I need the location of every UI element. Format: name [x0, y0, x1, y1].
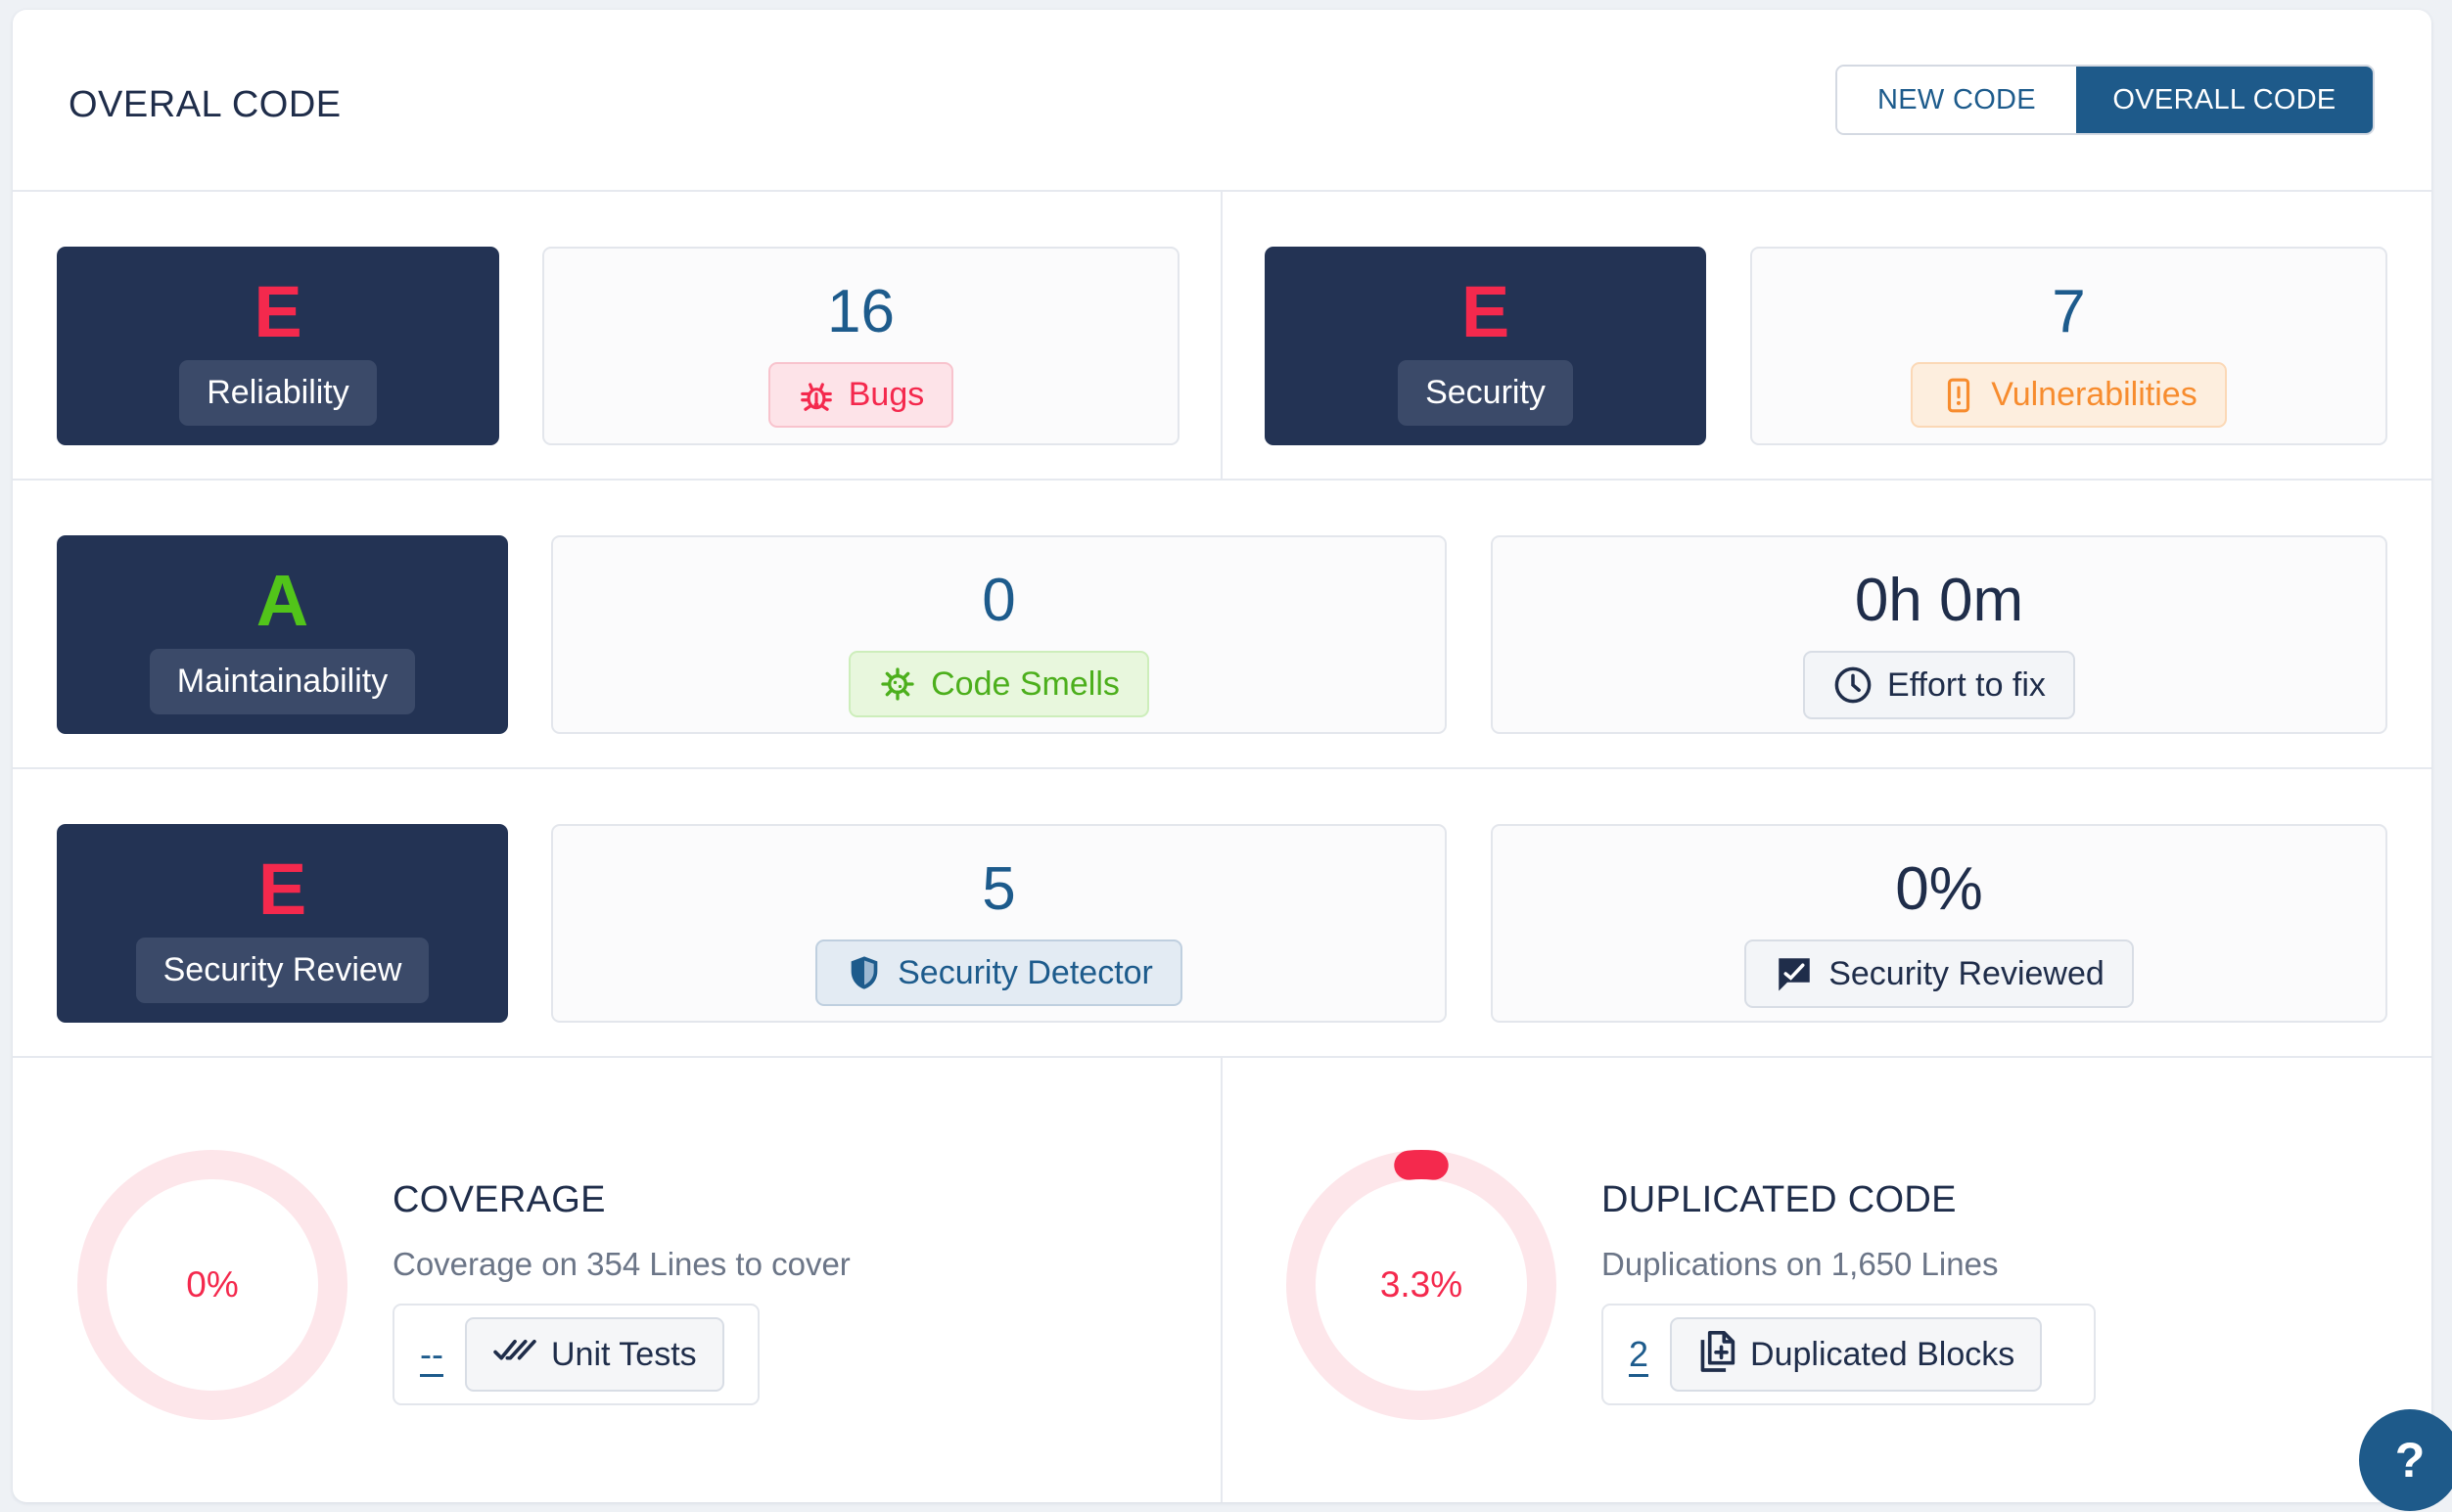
security-reviewed-value: 0%: [1895, 855, 1983, 923]
bugs-tag-label: Bugs: [848, 376, 925, 413]
security-reviewed-tag: Security Reviewed: [1744, 939, 2134, 1008]
row-maintainability: A Maintainability 0 Code Smells 0h 0m Ef…: [13, 481, 2431, 769]
unit-tests-box: -- Unit Tests: [393, 1304, 760, 1405]
row-reliability-security: E Reliability 16 Bugs E Security 7 Vulne…: [13, 192, 2431, 481]
overall-code-button[interactable]: OVERALL CODE: [2076, 67, 2373, 133]
pen-check-icon: [1774, 953, 1815, 994]
security-detector-tag: Security Detector: [815, 939, 1182, 1006]
security-review-rating[interactable]: E Security Review: [57, 824, 508, 1023]
code-smells-tag: Code Smells: [849, 651, 1149, 717]
page-title: OVERAL CODE: [69, 84, 342, 125]
security-reviewed-metric[interactable]: 0% Security Reviewed: [1491, 824, 2387, 1023]
vulnerabilities-metric[interactable]: 7 Vulnerabilities: [1750, 247, 2387, 445]
coverage-subtitle: Coverage on 354 Lines to cover: [393, 1246, 851, 1282]
double-check-icon: [492, 1334, 537, 1376]
unit-tests-label: Unit Tests: [550, 1335, 697, 1373]
bugs-metric[interactable]: 16 Bugs: [542, 247, 1180, 445]
reliability-rating[interactable]: E Reliability: [57, 247, 499, 445]
duplicated-blocks-link[interactable]: 2: [1629, 1334, 1648, 1375]
code-smells-count: 0: [982, 567, 1016, 634]
security-review-grade: E: [257, 848, 307, 930]
maintainability-rating[interactable]: A Maintainability: [57, 535, 508, 734]
row-security-review: E Security Review 5 Security Detector 0%…: [13, 769, 2431, 1058]
security-detector-tag-label: Security Detector: [898, 953, 1153, 991]
security-label: Security: [1398, 360, 1573, 426]
duplication-percent: 3.3%: [1379, 1264, 1463, 1305]
virus-icon: [878, 664, 917, 704]
vulnerabilities-tag: Vulnerabilities: [1911, 362, 2227, 428]
code-smells-metric[interactable]: 0 Code Smells: [551, 535, 1447, 734]
copy-doc-icon: [1697, 1329, 1736, 1381]
duplicated-blocks-box: 2 Duplicated Blocks: [1601, 1304, 2096, 1405]
header: OVERAL CODE NEW CODE OVERALL CODE: [13, 10, 2431, 192]
bugs-tag: Bugs: [767, 362, 954, 428]
phone-alert-icon: [1940, 377, 1977, 414]
duplication-subtitle: Duplications on 1,650 Lines: [1601, 1246, 1999, 1282]
code-scope-toggle: NEW CODE OVERALL CODE: [1835, 65, 2375, 135]
unit-tests-link[interactable]: --: [420, 1334, 443, 1375]
effort-tag: Effort to fix: [1803, 651, 2075, 719]
security-review-label: Security Review: [135, 938, 430, 1003]
help-button[interactable]: ?: [2359, 1409, 2452, 1511]
coverage-percent: 0%: [186, 1264, 239, 1305]
security-reviewed-tag-label: Security Reviewed: [1828, 954, 2105, 992]
maintainability-grade: A: [255, 560, 309, 641]
vulnerabilities-tag-label: Vulnerabilities: [1991, 376, 2198, 413]
security-rating[interactable]: E Security: [1265, 247, 1706, 445]
effort-metric[interactable]: 0h 0m Effort to fix: [1491, 535, 2387, 734]
duplication-title: DUPLICATED CODE: [1601, 1179, 1957, 1220]
security-detector-metric[interactable]: 5 Security Detector: [551, 824, 1447, 1023]
security-grade: E: [1460, 271, 1510, 352]
effort-tag-label: Effort to fix: [1887, 665, 2046, 704]
reliability-label: Reliability: [179, 360, 377, 426]
clock-icon: [1832, 664, 1874, 706]
divider: [1221, 192, 1223, 479]
duplicated-blocks-button[interactable]: Duplicated Blocks: [1670, 1317, 2043, 1392]
shield-icon: [845, 953, 884, 992]
unit-tests-button[interactable]: Unit Tests: [464, 1317, 724, 1392]
coverage-title: COVERAGE: [393, 1179, 606, 1220]
duplicated-blocks-label: Duplicated Blocks: [1750, 1335, 2015, 1373]
code-smells-tag-label: Code Smells: [931, 664, 1120, 703]
bug-icon: [798, 377, 835, 414]
reliability-grade: E: [254, 271, 302, 352]
new-code-button[interactable]: NEW CODE: [1837, 67, 2076, 133]
row-coverage-duplication: 0% COVERAGE Coverage on 354 Lines to cov…: [13, 1058, 2431, 1502]
maintainability-label: Maintainability: [149, 649, 416, 714]
vulnerabilities-count: 7: [2052, 278, 2086, 345]
overall-code-card: OVERAL CODE NEW CODE OVERALL CODE E Reli…: [13, 10, 2431, 1502]
bugs-count: 16: [827, 278, 895, 345]
divider: [1221, 1058, 1223, 1502]
security-detector-count: 5: [982, 855, 1016, 923]
effort-value: 0h 0m: [1854, 567, 2024, 634]
